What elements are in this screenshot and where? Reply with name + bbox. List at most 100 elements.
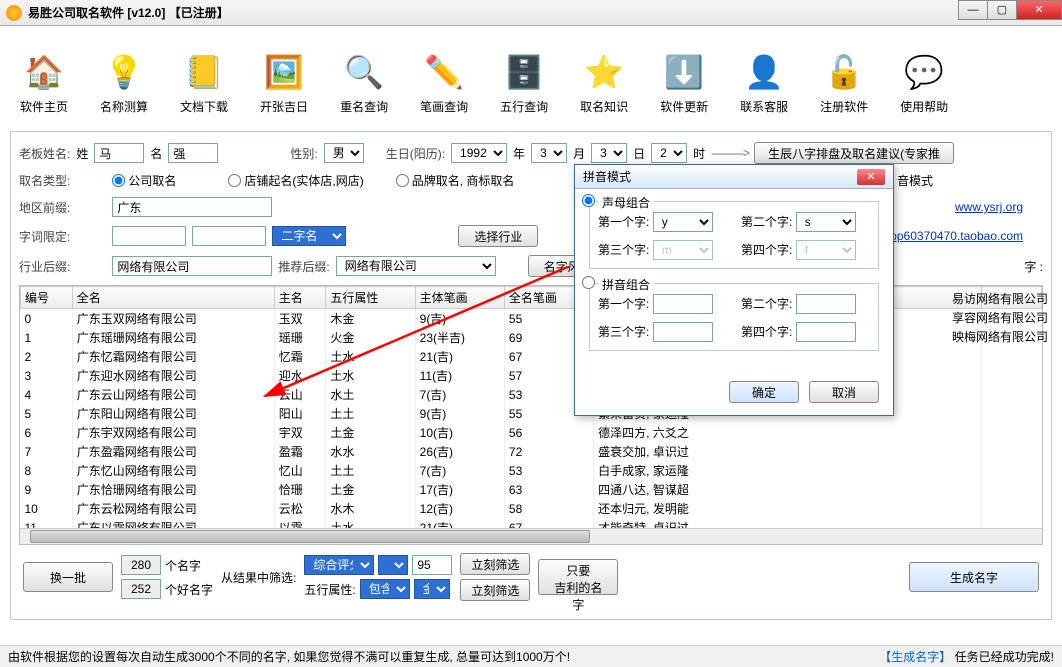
filter-label: 从结果中筛选: [221,569,296,586]
generate-button[interactable]: 生成名字 [909,562,1039,592]
col-header[interactable]: 编号 [21,287,73,309]
bazi-button[interactable]: 生辰八字排盘及取名建议(专家推荐) [754,142,954,164]
toolbar-item-4[interactable]: 🔍重名查询 [340,52,388,115]
swap-button[interactable]: 换一批 [23,562,113,592]
toolbar-item-7[interactable]: ⭐ 取名知识 [580,52,628,115]
toolbar-icon: 💡 [104,52,144,92]
toolbar-label: 使用帮助 [900,98,948,115]
word2-input[interactable] [192,226,266,246]
word1-input[interactable] [112,226,186,246]
toolbar-icon: 🏠 [24,52,64,92]
suffix-input[interactable] [112,256,272,276]
side-item: 享容网络有限公司 [952,309,1048,328]
month-select[interactable]: 3 [531,143,567,163]
p2-input[interactable] [796,294,856,314]
c1-select[interactable]: y [653,212,713,232]
toolbar-item-8[interactable]: ⬇️软件更新 [660,52,708,115]
ming-label: 名 [150,145,162,162]
filter-now-1[interactable]: 立刻筛选 [460,553,530,575]
dialog-ok-button[interactable]: 确定 [729,381,799,403]
toolbar-icon: 📒 [184,52,224,92]
table-row[interactable]: 8广东忆山网络有限公司忆山土土7(吉)53白手成家, 家运隆 [21,461,1042,480]
toolbar-icon: ✏️ [424,52,464,92]
xing-label: 姓 [76,145,88,162]
minimize-button[interactable]: — [958,0,988,20]
count-names [121,555,161,575]
c2-select[interactable]: s [796,212,856,232]
titlebar: 易胜公司取名软件 [v12.0] 【已注册】 — ▢ ✕ [0,0,1062,26]
side-item: 易访网络有限公司 [952,290,1048,309]
toolbar-item-1[interactable]: 💡名称测算 [100,52,148,115]
count-good [121,579,161,599]
link-taobao[interactable]: iop60370470.taobao.com [888,229,1023,243]
toolbar-item-3[interactable]: 🖼️开张吉日 [260,52,308,115]
wuxing-op-select[interactable]: 包含 [360,579,410,599]
given-input[interactable] [168,143,218,163]
toolbar-label: 五行查询 [500,98,548,115]
hour-select[interactable]: 21 [651,143,687,163]
sex-select[interactable]: 男 [324,143,364,163]
op-select[interactable]: ≡ [378,555,408,575]
maximize-button[interactable]: ▢ [987,0,1017,20]
only-lucky-button[interactable]: 只要 吉利的名字 [538,559,618,595]
dialog-close-button[interactable]: ✕ [857,169,885,185]
wuxing-val-select[interactable]: 金 [414,579,450,599]
rec-suffix-select[interactable]: 网络有限公司 [336,256,496,276]
initials-radio[interactable] [582,194,595,207]
p1-input[interactable] [653,294,713,314]
toolbar-item-11[interactable]: 💬使用帮助 [900,52,948,115]
p3-input[interactable] [653,322,713,342]
toolbar-icon: 👤 [744,52,784,92]
status-left: 由软件根据您的设置每次自动生成3000个不同的名字, 如果您觉得不满可以重复生成… [8,648,570,665]
sort-select[interactable]: 综合评分 [304,555,374,575]
table-row[interactable]: 10广东云松网络有限公司云松水木12(吉)58还本归元, 发明能 [21,499,1042,518]
toolbar-label: 重名查询 [340,98,388,115]
dialog-cancel-button[interactable]: 取消 [809,381,879,403]
side-item: 映梅网络有限公司 [952,328,1048,347]
type-label: 取名类型: [19,172,70,189]
type-shop[interactable]: 店铺起名(实体店,网店) [228,172,363,189]
toolbar-icon: ⭐ [584,52,624,92]
toolbar-item-5[interactable]: ✏️笔画查询 [420,52,468,115]
col-header[interactable]: 主体笔画 [415,287,504,309]
toolbar-item-9[interactable]: 👤 联系客服 [740,52,788,115]
type-brand[interactable]: 品牌取名, 商标取名 [396,172,515,189]
pinyin-dialog: 拼音模式 ✕ 声母组合 第一个字: y 第二个字: s 第三个字: m 第四个字… [574,164,894,416]
link-site[interactable]: www.ysrj.org [955,200,1023,214]
toolbar-label: 注册软件 [820,98,868,115]
mode-suffix: 音模式 [897,172,933,189]
table-row[interactable]: 7广东盈霜网络有限公司盈霜水水26(吉)72盛衰交加, 卓识过 [21,442,1042,461]
toolbar-item-2[interactable]: 📒文档下载 [180,52,228,115]
statusbar: 由软件根据您的设置每次自动生成3000个不同的名字, 如果您觉得不满可以重复生成… [0,645,1062,667]
select-industry-button[interactable]: 选择行业 [458,225,538,247]
toolbar-label: 联系客服 [740,98,788,115]
surname-input[interactable] [94,143,144,163]
col-header[interactable]: 全名 [72,287,274,309]
col-header[interactable]: 主名 [274,287,326,309]
status-gen-link[interactable]: 【生成名字】 [879,650,951,664]
type-company[interactable]: 公司取名 [112,172,176,189]
table-row[interactable]: 9广东恰珊网络有限公司恰珊土金17(吉)63四通八达, 智谋超 [21,480,1042,499]
c4-select: f [796,240,856,260]
window-title: 易胜公司取名软件 [v12.0] 【已注册】 [28,4,229,21]
close-button[interactable]: ✕ [1016,0,1062,20]
toolbar-item-0[interactable]: 🏠软件主页 [20,52,68,115]
rec-label: 推荐后缀: [278,258,329,275]
c3-select: m [653,240,713,260]
region-input[interactable] [112,197,272,217]
toolbar-label: 取名知识 [580,98,628,115]
day-select[interactable]: 30 [591,143,627,163]
table-row[interactable]: 6广东宇双网络有限公司宇双土金10(吉)56德泽四方, 六爻之 [21,423,1042,442]
h-scrollbar[interactable] [20,528,1042,544]
filter-now-2[interactable]: 立刻筛选 [460,579,530,601]
pinyin-radio[interactable] [582,276,595,289]
year-select[interactable]: 1992 [451,143,507,163]
toolbar-icon: 🔓 [824,52,864,92]
col-header[interactable]: 五行属性 [326,287,415,309]
p4-input[interactable] [796,322,856,342]
word-count-select[interactable]: 二字名 [272,226,346,246]
toolbar-item-6[interactable]: 🗄️五行查询 [500,52,548,115]
score-input[interactable] [412,555,452,575]
initials-legend: 声母组合 [598,194,654,211]
toolbar-item-10[interactable]: 🔓 注册软件 [820,52,868,115]
